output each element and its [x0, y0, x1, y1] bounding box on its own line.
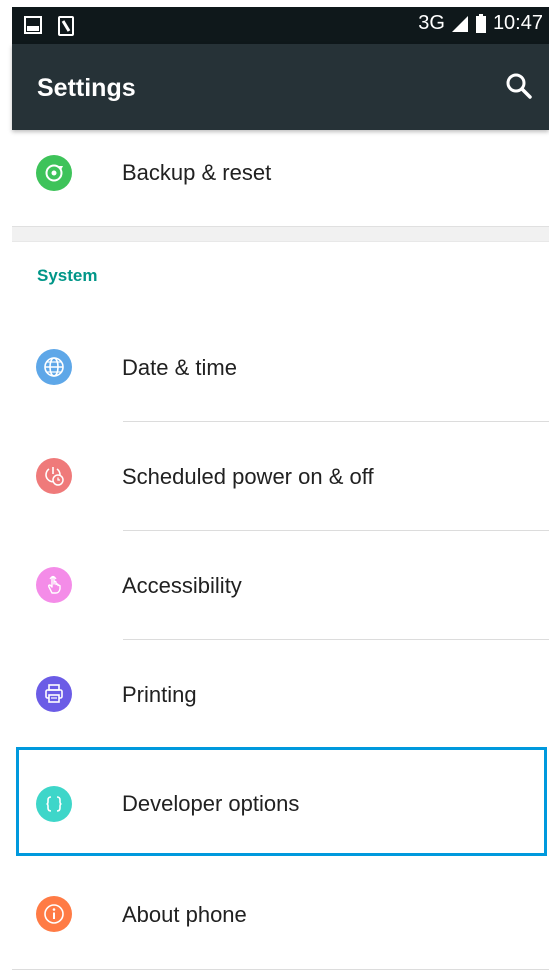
- search-icon[interactable]: [505, 72, 533, 100]
- section-header-system: System: [37, 266, 98, 285]
- status-right: 3G 10:47: [418, 12, 543, 35]
- status-notification-icons: [24, 16, 74, 36]
- page-title: Settings: [37, 74, 136, 102]
- status-bar: 3G 10:47: [12, 7, 549, 44]
- globe-icon: [36, 349, 72, 385]
- info-icon: [36, 896, 72, 932]
- backup-reset-icon: [36, 155, 72, 191]
- list-divider: [12, 969, 549, 970]
- settings-item-date-time[interactable]: Date & time: [12, 313, 549, 421]
- settings-item-label: Backup & reset: [122, 160, 272, 185]
- sim-notification-icon: [58, 16, 74, 36]
- image-notification-icon: [24, 16, 42, 34]
- settings-item-label: About phone: [122, 902, 247, 927]
- settings-item-backup-reset[interactable]: Backup & reset: [12, 130, 549, 216]
- app-bar: Settings: [12, 44, 549, 130]
- focus-highlight: [16, 747, 547, 856]
- settings-item-label: Accessibility: [122, 573, 242, 598]
- clock: 10:47: [492, 12, 543, 34]
- section-divider: [12, 226, 549, 242]
- hand-icon: [36, 567, 72, 603]
- settings-item-label: Printing: [122, 682, 197, 707]
- battery-icon: [475, 13, 486, 33]
- printer-icon: [36, 676, 72, 712]
- network-type: 3G: [418, 12, 445, 34]
- settings-item-label: Date & time: [122, 355, 237, 380]
- settings-item-printing[interactable]: Printing: [12, 640, 549, 747]
- power-schedule-icon: [36, 458, 72, 494]
- signal-icon: [451, 15, 468, 32]
- settings-item-accessibility[interactable]: Accessibility: [12, 531, 549, 639]
- settings-item-scheduled-power[interactable]: Scheduled power on & off: [12, 422, 549, 530]
- settings-item-about-phone[interactable]: About phone: [12, 856, 549, 960]
- settings-item-label: Scheduled power on & off: [122, 464, 374, 489]
